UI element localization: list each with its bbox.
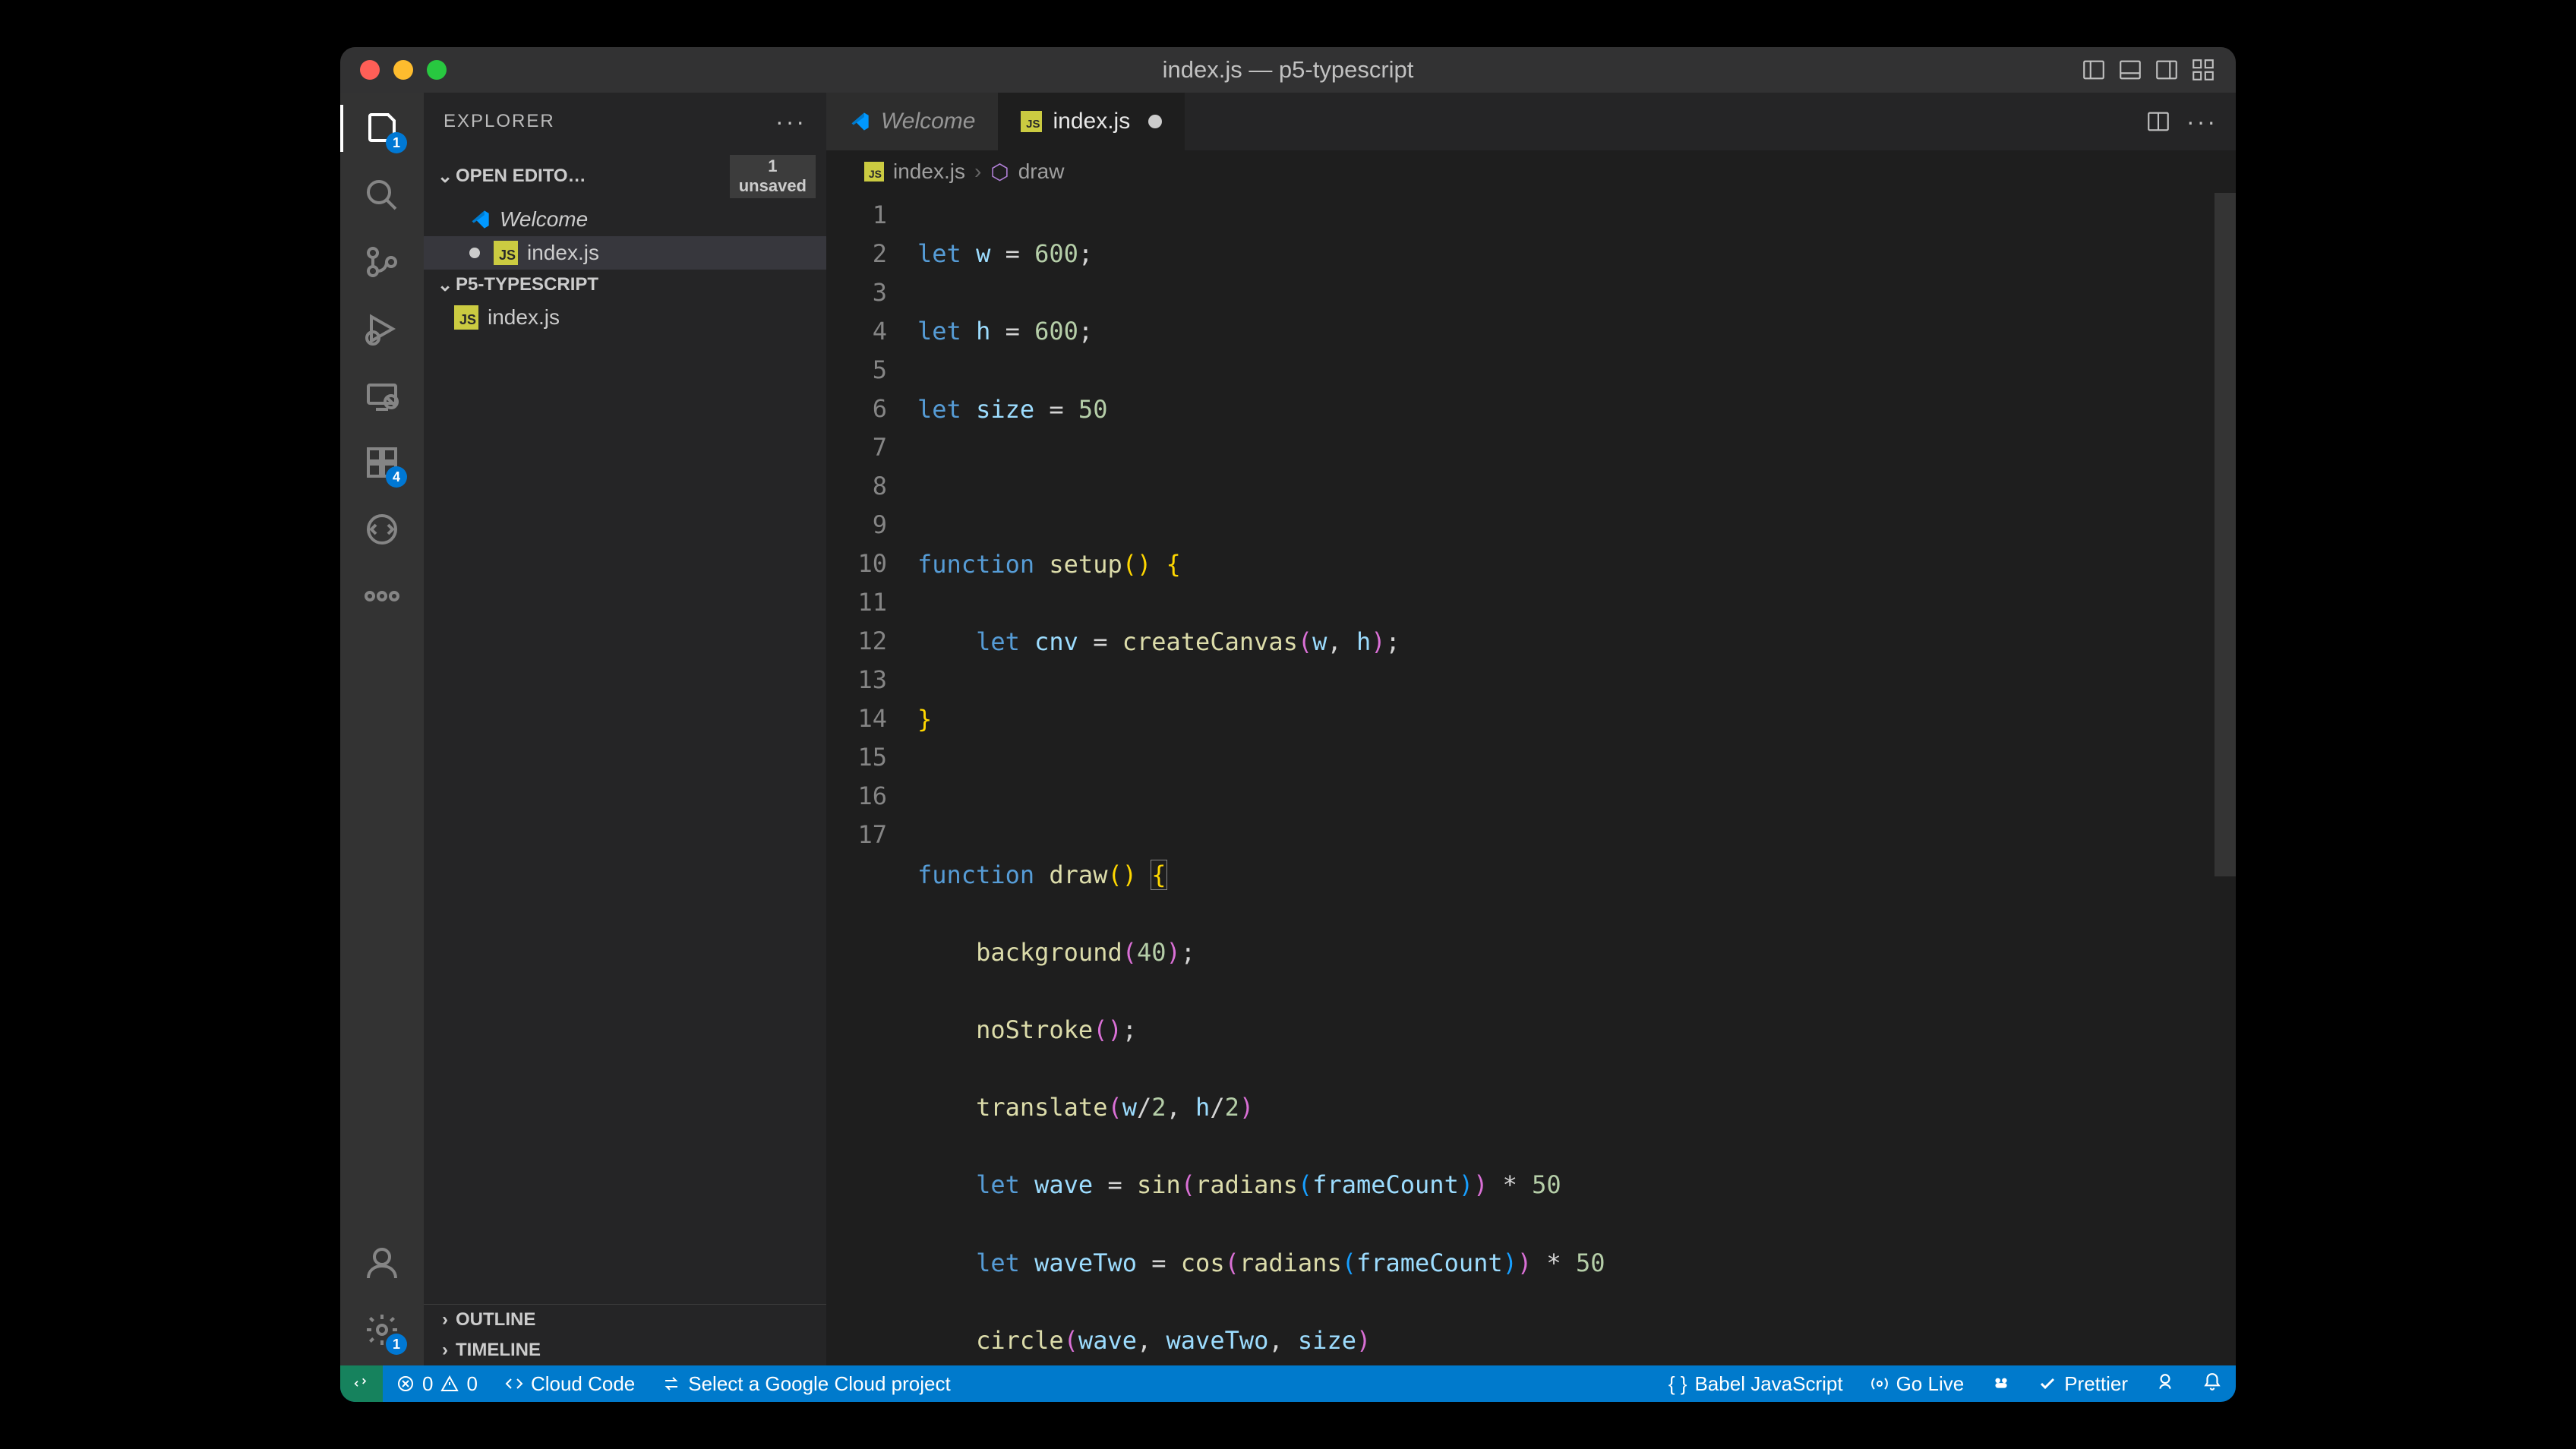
customize-layout-icon[interactable] — [2190, 57, 2216, 83]
feedback-icon — [2155, 1372, 2175, 1392]
code-editor[interactable]: 1234567891011121314151617 let w = 600; l… — [826, 193, 2236, 1365]
editor-group: Welcome JS index.js ··· JS index.js › ⬡ … — [826, 93, 2236, 1365]
method-icon: ⬡ — [990, 159, 1009, 185]
js-file-icon: JS — [864, 162, 884, 182]
status-notifications[interactable] — [2189, 1372, 2236, 1392]
status-language[interactable]: { } Babel JavaScript — [1655, 1372, 1857, 1396]
window-title: index.js — p5-typescript — [1163, 56, 1414, 84]
outline-section[interactable]: › OUTLINE — [424, 1304, 826, 1335]
extensions-badge: 4 — [386, 466, 407, 488]
breadcrumb[interactable]: JS index.js › ⬡ draw — [826, 150, 2236, 193]
status-prettier[interactable]: Prettier — [2025, 1372, 2142, 1396]
maximize-window-button[interactable] — [427, 60, 447, 80]
explorer-badge: 1 — [386, 132, 407, 153]
settings-badge: 1 — [386, 1334, 407, 1355]
chevron-right-icon: › — [434, 1340, 456, 1361]
js-file-icon: JS — [1021, 111, 1042, 132]
toggle-panel-icon[interactable] — [2117, 57, 2143, 83]
js-file-icon: JS — [454, 305, 478, 330]
outline-label: OUTLINE — [456, 1309, 535, 1331]
copilot-icon — [1991, 1372, 2011, 1392]
vscode-icon — [469, 209, 491, 230]
project-section[interactable]: ⌄ P5-TYPESCRIPT — [424, 270, 826, 301]
chevron-down-icon: ⌄ — [434, 274, 456, 296]
toggle-secondary-sidebar-icon[interactable] — [2154, 57, 2180, 83]
activity-bar: 1 4 — [340, 93, 424, 1365]
vscode-icon — [849, 111, 870, 132]
vscode-window: index.js — p5-typescript 1 — [340, 47, 2236, 1402]
unsaved-dot-icon — [1148, 115, 1162, 128]
project-label: P5-TYPESCRIPT — [456, 274, 598, 295]
tab-welcome[interactable]: Welcome — [826, 93, 998, 150]
sidebar-title: EXPLORER — [444, 111, 555, 132]
unsaved-badge: 1 unsaved — [730, 155, 816, 198]
braces-icon: { } — [1668, 1372, 1687, 1396]
titlebar: index.js — p5-typescript — [340, 47, 2236, 93]
file-indexjs[interactable]: JS index.js — [424, 301, 826, 334]
sidebar-more-icon[interactable]: ··· — [775, 108, 807, 136]
open-editors-section[interactable]: ⌄ OPEN EDITO… 1 unsaved — [424, 150, 826, 203]
chevron-right-icon: › — [434, 1309, 456, 1331]
minimize-window-button[interactable] — [393, 60, 413, 80]
activity-settings[interactable]: 1 — [361, 1309, 402, 1350]
tab-welcome-label: Welcome — [881, 109, 975, 134]
activity-explorer[interactable]: 1 — [361, 108, 402, 149]
toggle-primary-sidebar-icon[interactable] — [2081, 57, 2107, 83]
status-go-live[interactable]: Go Live — [1857, 1372, 1978, 1396]
activity-source-control[interactable] — [361, 242, 402, 283]
status-gcp-project[interactable]: Select a Google Cloud project — [649, 1365, 964, 1402]
breadcrumb-symbol: draw — [1018, 159, 1065, 184]
window-controls — [360, 60, 447, 80]
activity-more[interactable] — [361, 576, 402, 617]
activity-remote[interactable] — [361, 375, 402, 416]
code-icon — [505, 1375, 523, 1393]
open-editor-welcome-label: Welcome — [500, 207, 588, 232]
status-bar: 0 0 Cloud Code Select a Google Cloud pro… — [340, 1365, 2236, 1402]
title-layout-actions — [2081, 57, 2216, 83]
activity-extensions[interactable]: 4 — [361, 442, 402, 483]
bell-icon — [2202, 1372, 2222, 1392]
activity-search[interactable] — [361, 175, 402, 216]
activity-run-debug[interactable] — [361, 308, 402, 349]
status-feedback[interactable] — [2142, 1372, 2189, 1392]
scrollbar[interactable] — [2215, 193, 2236, 876]
open-editor-indexjs[interactable]: JS index.js — [424, 236, 826, 270]
unsaved-dot-icon — [469, 248, 480, 258]
open-editor-welcome[interactable]: Welcome — [424, 203, 826, 236]
swap-icon — [662, 1375, 680, 1393]
js-file-icon: JS — [494, 241, 518, 265]
status-copilot[interactable] — [1978, 1372, 2025, 1392]
tab-indexjs[interactable]: JS index.js — [998, 93, 1185, 150]
check-icon — [2038, 1375, 2057, 1393]
timeline-section[interactable]: › TIMELINE — [424, 1335, 826, 1365]
chevron-right-icon: › — [974, 159, 981, 184]
tab-indexjs-label: index.js — [1053, 109, 1130, 134]
timeline-label: TIMELINE — [456, 1340, 541, 1361]
remote-icon — [354, 1373, 369, 1394]
sidebar: EXPLORER ··· ⌄ OPEN EDITO… 1 unsaved Wel… — [424, 93, 826, 1365]
activity-cloud-code[interactable] — [361, 509, 402, 550]
file-indexjs-label: index.js — [488, 305, 560, 330]
close-window-button[interactable] — [360, 60, 380, 80]
broadcast-icon — [1870, 1375, 1889, 1393]
tab-bar: Welcome JS index.js ··· — [826, 93, 2236, 150]
chevron-down-icon: ⌄ — [434, 166, 456, 188]
breadcrumb-file: index.js — [893, 159, 965, 184]
status-problems[interactable]: 0 0 — [383, 1365, 491, 1402]
status-cloud-code[interactable]: Cloud Code — [491, 1365, 649, 1402]
open-editors-label: OPEN EDITO… — [456, 166, 586, 187]
warning-icon — [440, 1375, 459, 1393]
line-gutter: 1234567891011121314151617 — [826, 193, 910, 1365]
main-area: 1 4 — [340, 93, 2236, 1365]
split-editor-icon[interactable] — [2145, 109, 2171, 134]
status-remote[interactable] — [340, 1365, 383, 1402]
activity-account[interactable] — [361, 1242, 402, 1283]
open-editor-indexjs-label: index.js — [527, 241, 599, 265]
editor-more-icon[interactable]: ··· — [2186, 108, 2218, 136]
error-icon — [396, 1375, 415, 1393]
sidebar-header: EXPLORER ··· — [424, 93, 826, 150]
code-lines[interactable]: let w = 600; let h = 600; let size = 50 … — [910, 193, 2236, 1365]
